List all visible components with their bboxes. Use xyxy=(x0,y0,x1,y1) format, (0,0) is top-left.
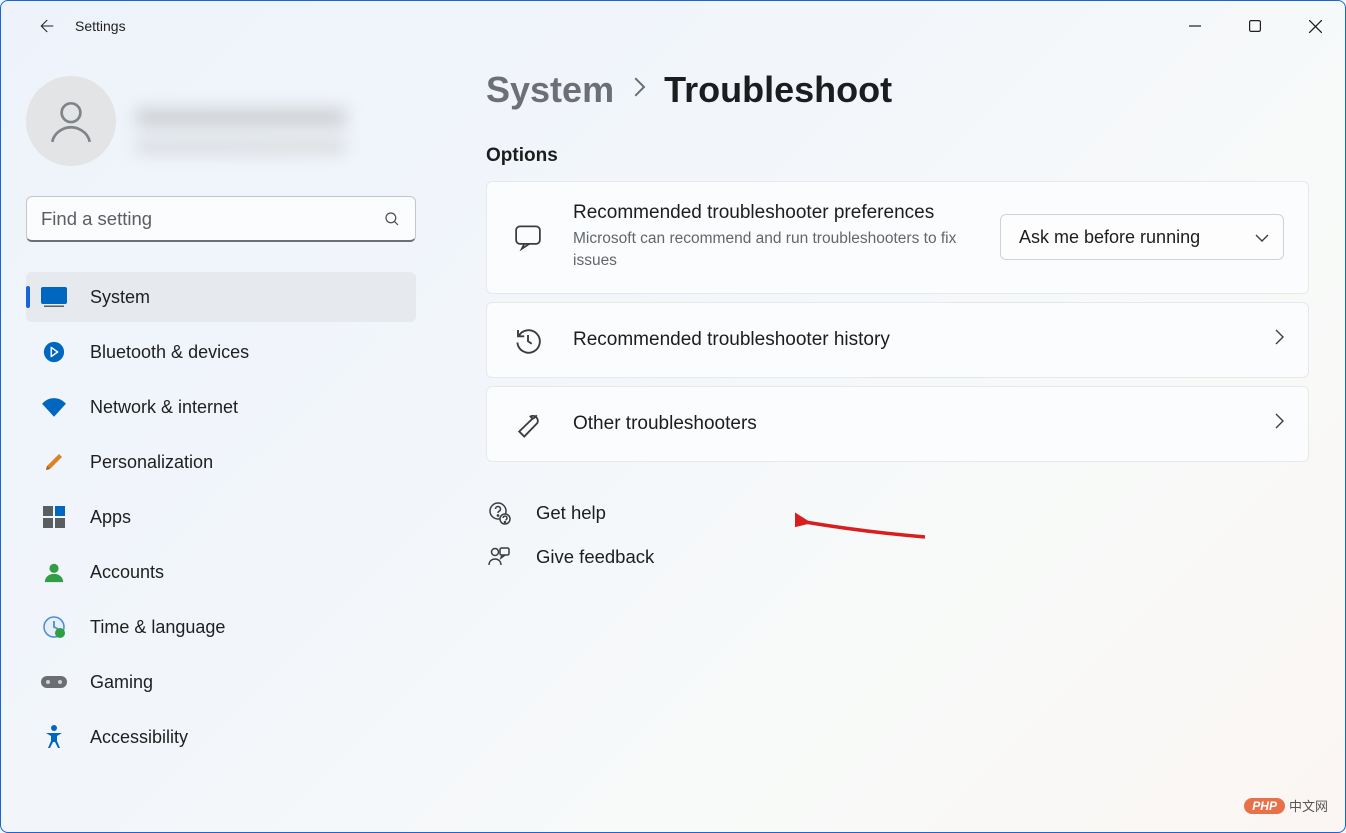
section-options-label: Options xyxy=(486,145,1309,167)
card-title: Recommended troubleshooter preferences xyxy=(573,202,972,224)
app-title: Settings xyxy=(75,18,126,34)
help-icon xyxy=(486,500,512,526)
page-title: Troubleshoot xyxy=(664,69,892,111)
give-feedback-link[interactable]: Give feedback xyxy=(486,544,1309,570)
close-icon xyxy=(1309,20,1322,33)
card-title: Other troubleshooters xyxy=(573,413,1246,435)
clock-globe-icon xyxy=(40,613,68,641)
minimize-button[interactable] xyxy=(1165,2,1225,50)
card-title: Recommended troubleshooter history xyxy=(573,329,1246,351)
wrench-icon xyxy=(511,407,545,441)
feedback-icon xyxy=(486,544,512,570)
dropdown-value: Ask me before running xyxy=(1019,227,1200,248)
chat-icon xyxy=(511,220,545,254)
link-label: Get help xyxy=(536,502,606,524)
accounts-icon xyxy=(40,558,68,586)
user-info-redacted xyxy=(136,89,346,153)
paintbrush-icon xyxy=(40,448,68,476)
sidebar-item-label: Accounts xyxy=(90,562,164,583)
apps-icon xyxy=(40,503,68,531)
bluetooth-icon xyxy=(40,338,68,366)
sidebar-item-network[interactable]: Network & internet xyxy=(26,382,416,432)
maximize-icon xyxy=(1249,20,1261,32)
search-box[interactable] xyxy=(26,196,416,242)
sidebar-item-apps[interactable]: Apps xyxy=(26,492,416,542)
chevron-down-icon xyxy=(1255,227,1269,248)
sidebar-item-time-language[interactable]: Time & language xyxy=(26,602,416,652)
sidebar-item-label: System xyxy=(90,287,150,308)
avatar xyxy=(26,76,116,166)
chevron-right-icon xyxy=(632,76,646,104)
arrow-left-icon xyxy=(36,17,54,35)
close-button[interactable] xyxy=(1285,2,1345,50)
card-other-troubleshooters[interactable]: Other troubleshooters xyxy=(486,386,1309,462)
footer-links: Get help Give feedback xyxy=(486,500,1309,570)
back-button[interactable] xyxy=(25,6,65,46)
chevron-right-icon xyxy=(1274,413,1284,434)
titlebar: Settings xyxy=(1,1,1345,51)
sidebar-item-label: Bluetooth & devices xyxy=(90,342,249,363)
nav-list: System Bluetooth & devices Network & int… xyxy=(26,272,416,762)
sidebar-item-label: Time & language xyxy=(90,617,225,638)
history-icon xyxy=(511,323,545,357)
person-icon xyxy=(46,96,96,146)
wifi-icon xyxy=(40,393,68,421)
search-icon xyxy=(383,210,401,228)
accessibility-icon xyxy=(40,723,68,751)
watermark-text: 中文网 xyxy=(1289,796,1328,815)
sidebar: System Bluetooth & devices Network & int… xyxy=(1,51,436,832)
breadcrumb-parent[interactable]: System xyxy=(486,69,614,111)
sidebar-item-label: Apps xyxy=(90,507,131,528)
system-icon xyxy=(40,283,68,311)
breadcrumb: System Troubleshoot xyxy=(486,69,1309,111)
maximize-button[interactable] xyxy=(1225,2,1285,50)
watermark-brand: PHP xyxy=(1244,798,1285,814)
search-input[interactable] xyxy=(41,208,383,230)
sidebar-item-label: Gaming xyxy=(90,672,153,693)
gamepad-icon xyxy=(40,668,68,696)
get-help-link[interactable]: Get help xyxy=(486,500,1309,526)
sidebar-item-personalization[interactable]: Personalization xyxy=(26,437,416,487)
chevron-right-icon xyxy=(1274,329,1284,350)
minimize-icon xyxy=(1189,20,1201,32)
window-controls xyxy=(1165,2,1345,50)
preferences-dropdown[interactable]: Ask me before running xyxy=(1000,214,1284,260)
sidebar-item-label: Personalization xyxy=(90,452,213,473)
sidebar-item-label: Accessibility xyxy=(90,727,188,748)
sidebar-item-gaming[interactable]: Gaming xyxy=(26,657,416,707)
sidebar-item-system[interactable]: System xyxy=(26,272,416,322)
sidebar-item-bluetooth[interactable]: Bluetooth & devices xyxy=(26,327,416,377)
watermark: PHP 中文网 xyxy=(1244,796,1328,815)
card-recommended-preferences: Recommended troubleshooter preferences M… xyxy=(486,181,1309,294)
sidebar-item-label: Network & internet xyxy=(90,397,238,418)
user-profile[interactable] xyxy=(26,76,416,166)
main-panel: System Troubleshoot Options Recommended … xyxy=(436,51,1345,832)
card-troubleshooter-history[interactable]: Recommended troubleshooter history xyxy=(486,302,1309,378)
link-label: Give feedback xyxy=(536,546,654,568)
sidebar-item-accessibility[interactable]: Accessibility xyxy=(26,712,416,762)
sidebar-item-accounts[interactable]: Accounts xyxy=(26,547,416,597)
card-subtitle: Microsoft can recommend and run troubles… xyxy=(573,228,972,273)
